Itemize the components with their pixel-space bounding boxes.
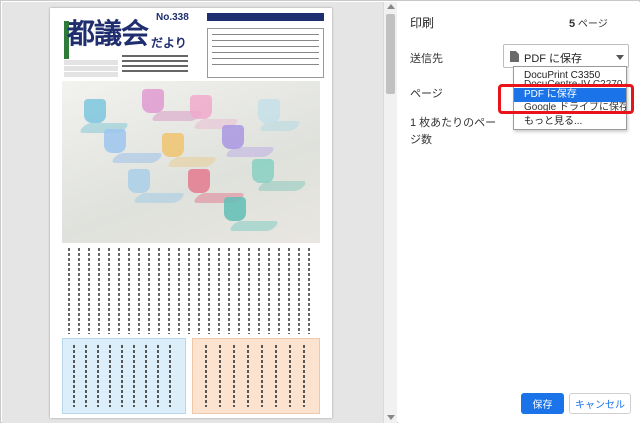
pdf-document-icon <box>510 51 519 62</box>
page-count-number: 5 <box>569 18 576 30</box>
destination-select[interactable]: PDF に保存 <box>503 44 629 68</box>
dialog-title: 印刷 <box>410 16 435 30</box>
info-box-orange <box>192 338 320 414</box>
pages-per-sheet-label: 1 枚あたりのページ数 <box>410 117 497 146</box>
scrollbar-thumb[interactable] <box>386 14 395 94</box>
scroll-up-arrow-icon[interactable] <box>387 4 395 9</box>
pages-label: ページ <box>410 88 443 100</box>
preview-scrollbar[interactable] <box>383 2 397 423</box>
scroll-down-arrow-icon[interactable] <box>387 415 395 420</box>
info-box-blue <box>62 338 186 414</box>
issue-number: No.338 <box>156 12 189 23</box>
destination-value: PDF に保存 <box>524 53 583 65</box>
cancel-button[interactable]: キャンセル <box>569 393 631 414</box>
print-dialog: 都議会 だより No.338 印刷 5 ページ 送信先 PDF に保存 ページ … <box>0 0 640 423</box>
table-of-contents <box>207 28 324 78</box>
article-text-columns <box>62 248 320 334</box>
preview-page: 都議会 だより No.338 <box>50 8 332 418</box>
page-count-suffix: ページ <box>577 19 608 30</box>
destination-option-see-more[interactable]: もっと見る... <box>514 114 626 129</box>
chevron-down-icon <box>616 55 624 60</box>
save-button[interactable]: 保存 <box>521 393 564 414</box>
red-highlight-box <box>498 84 634 114</box>
print-preview-pane[interactable]: 都議会 だより No.338 <box>2 2 383 423</box>
newsletter-title-suffix: だより <box>151 36 187 50</box>
header-info-lines <box>122 52 188 78</box>
newsletter-title: 都議会 <box>67 17 149 50</box>
cover-photo <box>62 81 320 243</box>
contact-banner <box>207 13 324 21</box>
destination-label: 送信先 <box>410 53 443 65</box>
page-count: 5 ページ <box>569 15 608 30</box>
print-settings-panel: 印刷 5 ページ 送信先 PDF に保存 ページ 1 枚あたりのページ数 Doc… <box>398 2 640 423</box>
publisher-block <box>64 60 118 78</box>
